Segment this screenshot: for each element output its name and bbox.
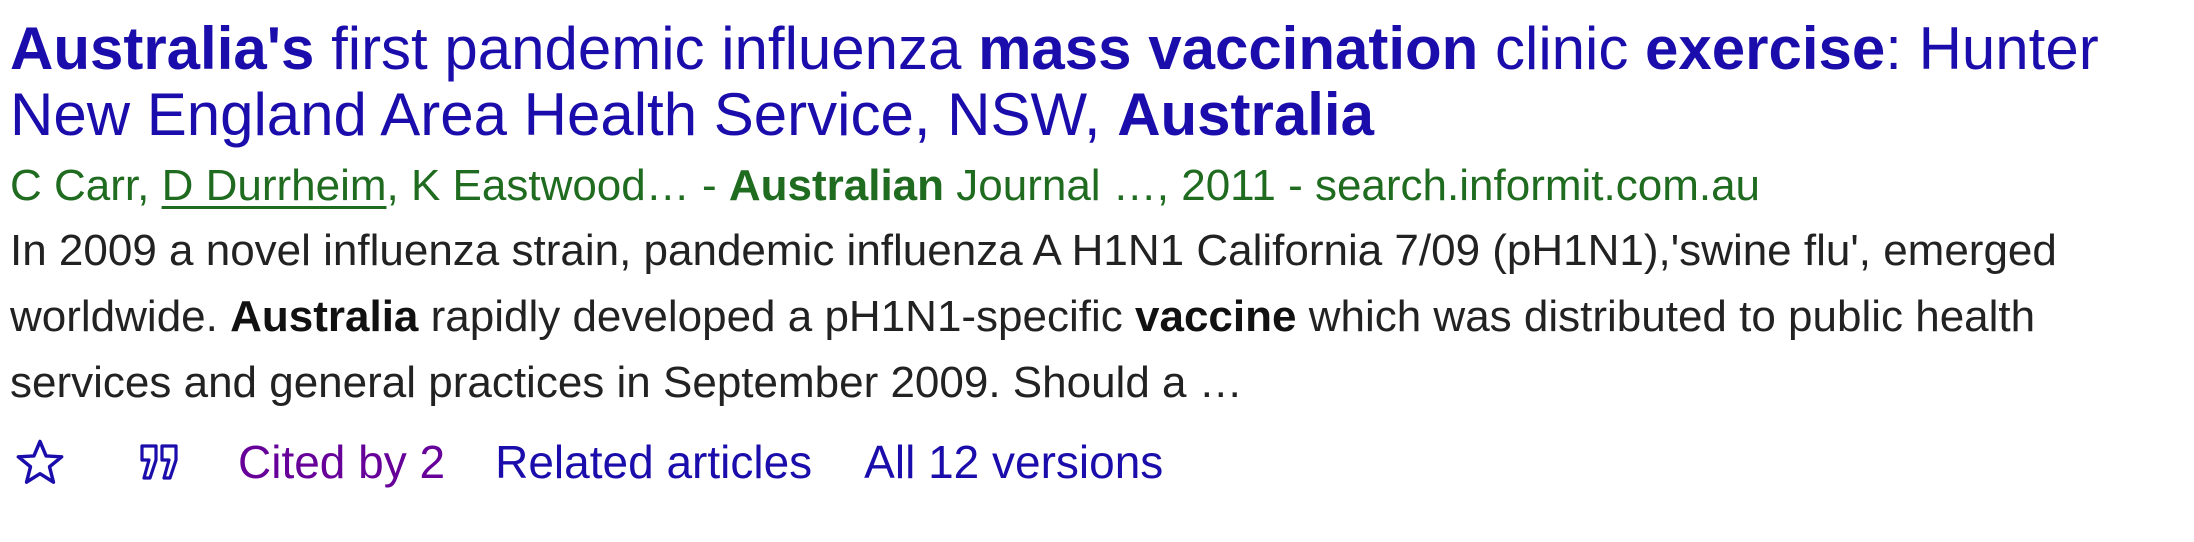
star-outline-icon[interactable] [10, 432, 70, 492]
search-result: Australia's first pandemic influenza mas… [10, 0, 2180, 500]
result-title-link[interactable]: Australia's first pandemic influenza mas… [10, 15, 2099, 148]
title-segment: exercise [1645, 15, 1886, 82]
author-link-durrheim[interactable]: D Durrheim [162, 161, 387, 210]
journal-bold-text: Australian [728, 161, 945, 210]
journal-source-text: Journal …, 2011 - search.informit.com.au [944, 161, 1761, 210]
author-rest-text: , K Eastwood… - [386, 161, 729, 210]
snippet-segment: vaccine [1135, 292, 1297, 341]
result-snippet: In 2009 a novel influenza strain, pandem… [10, 218, 2180, 416]
all-versions-link[interactable]: All 12 versions [864, 435, 1163, 489]
title-segment: Australia [1117, 81, 1374, 148]
cited-by-link[interactable]: Cited by 2 [238, 435, 445, 489]
result-actions: Cited by 2 Related articles All 12 versi… [10, 424, 2180, 500]
title-segment: mass vaccination [978, 15, 1479, 82]
title-segment: first pandemic influenza [314, 15, 979, 82]
title-segment: Australia's [10, 15, 315, 82]
result-meta: C Carr, D Durrheim, K Eastwood… - Austra… [10, 158, 2180, 214]
author-text: C Carr, [10, 161, 162, 210]
result-title: Australia's first pandemic influenza mas… [10, 16, 2180, 148]
quote-icon[interactable] [130, 432, 190, 492]
related-articles-link[interactable]: Related articles [495, 435, 812, 489]
snippet-segment: rapidly developed a pH1N1-specific [418, 292, 1136, 341]
title-segment: clinic [1478, 15, 1646, 82]
snippet-segment: Australia [230, 292, 419, 341]
